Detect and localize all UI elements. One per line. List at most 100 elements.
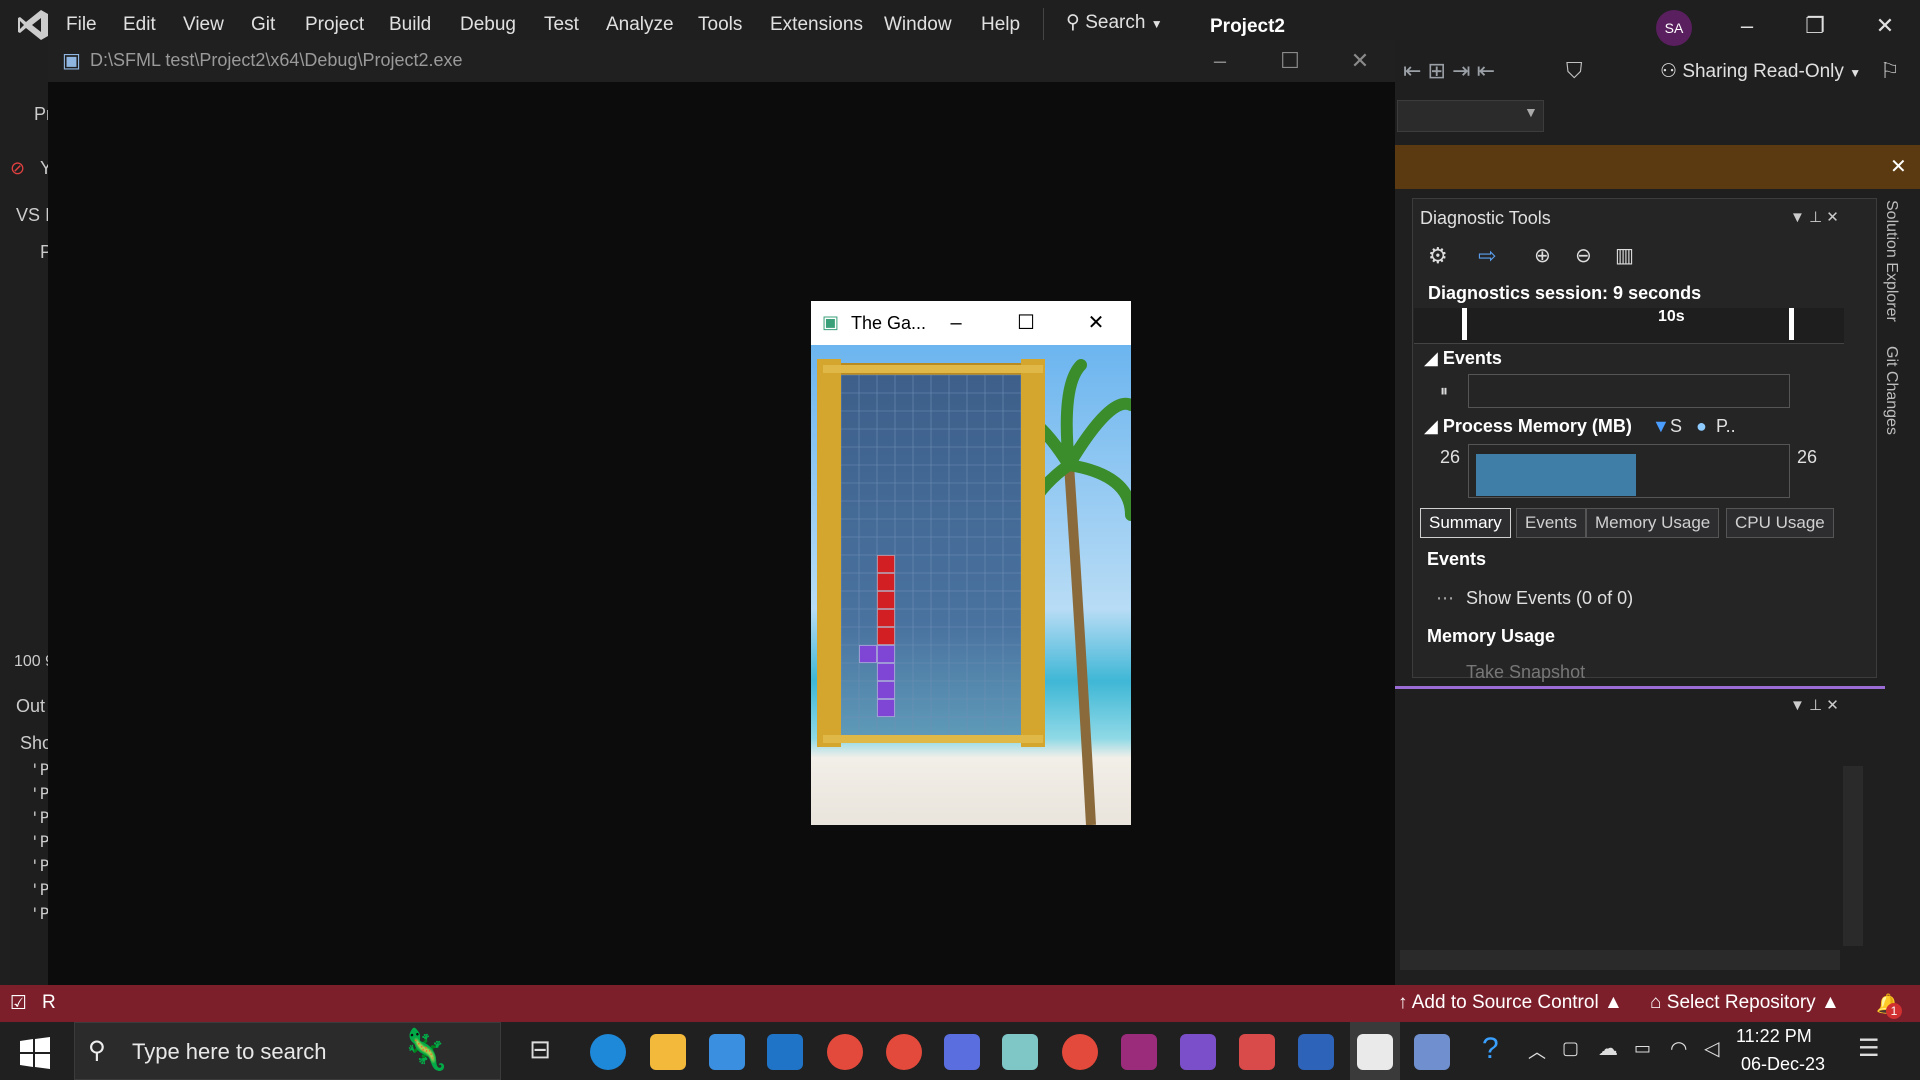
game-minimize-button[interactable]: – [936,306,976,340]
chrome-profile-2-icon[interactable] [886,1034,922,1070]
menu-tools[interactable]: Tools [698,14,742,36]
windows-start-icon[interactable] [18,1036,52,1070]
game-maximize-button[interactable]: ☐ [1006,306,1046,340]
panel-menu-icon[interactable]: ▼ ⊥ ✕ [1790,208,1839,226]
visual-studio-logo-icon[interactable] [16,8,50,42]
volume-icon[interactable]: ◁ [1704,1036,1719,1061]
menu-edit[interactable]: Edit [123,14,156,36]
meet-icon[interactable]: ▢ [1562,1038,1579,1059]
output-line: 'P [30,904,50,923]
export-icon[interactable]: ⇨ [1478,243,1496,269]
menu-window[interactable]: Window [884,14,952,36]
visual-studio-icon[interactable] [1180,1034,1216,1070]
battery-icon[interactable]: ▭ [1634,1038,1651,1059]
game-close-button[interactable]: ✕ [1076,306,1116,340]
game-title: The Ga... [851,313,927,333]
chart-icon[interactable]: ▥ [1615,243,1634,268]
add-to-source-control[interactable]: ↑ Add to Source Control ▲ [1398,992,1623,1014]
menu-build[interactable]: Build [389,14,431,36]
pause-icon[interactable]: ⏸ [1440,383,1448,401]
settings-gear-icon[interactable]: ⚙ [1428,243,1448,269]
file-explorer-icon[interactable] [650,1034,686,1070]
menu-analyze[interactable]: Analyze [606,14,674,36]
copilot-icon[interactable] [944,1034,980,1070]
console-window[interactable] [48,40,1395,1025]
purple-block [859,645,877,663]
menu-help[interactable]: Help [981,14,1020,36]
game-canvas[interactable] [811,345,1131,825]
tab-summary[interactable]: Summary [1420,508,1511,538]
menu-debug[interactable]: Debug [460,14,516,36]
horizontal-scrollbar[interactable] [1400,950,1840,970]
red-block [877,609,895,627]
tab-git-changes[interactable]: Git Changes [1882,346,1900,435]
frame-top [823,365,1043,373]
show-events-link[interactable]: Show Events (0 of 0) [1466,588,1633,609]
paint-icon[interactable] [1239,1034,1275,1070]
edge-icon[interactable] [590,1034,626,1070]
events-header[interactable]: ◢ Events [1424,348,1502,369]
chrome-profile-3-icon[interactable] [1062,1034,1098,1070]
notification-count: 1 [1886,1003,1902,1019]
frame-bottom [823,735,1043,743]
feedback-icon[interactable]: ⚐ [1880,58,1900,84]
menu-project[interactable]: Project [305,14,364,36]
wifi-icon[interactable]: ◠ [1670,1036,1687,1061]
app-icon[interactable] [1002,1034,1038,1070]
clock-time[interactable]: 11:22 PM [1736,1026,1812,1047]
clock-date[interactable]: 06-Dec-23 [1741,1054,1825,1075]
select-repository[interactable]: ⌂ Select Repository ▲ [1650,992,1840,1014]
vs-close-button[interactable]: ✕ [1860,8,1910,44]
menu-test[interactable]: Test [544,14,579,36]
ruler-label: 10s [1658,308,1685,325]
toolbar-icon-group[interactable]: ⇤ ⊞ ⇥ ⇤ [1403,58,1495,84]
mail-icon[interactable] [767,1034,803,1070]
output-line: 'P [30,832,50,851]
vs-restore-button[interactable]: ❐ [1790,8,1840,44]
purple-block [877,645,895,663]
menu-extensions[interactable]: Extensions [770,14,863,36]
menu-file[interactable]: File [66,14,97,36]
timeline-ruler[interactable] [1414,308,1844,344]
tab-memory-usage[interactable]: Memory Usage [1586,508,1720,538]
process-memory-header[interactable]: ◢ Process Memory (MB) [1424,416,1632,437]
live-share-button[interactable]: ⚇ Sharing Read-Only ▼ [1660,60,1861,83]
onedrive-icon[interactable]: ☁ [1598,1036,1618,1061]
tab-solution-explorer[interactable]: Solution Explorer [1883,200,1900,322]
output-tab-label[interactable]: Out [16,696,45,717]
menu-git[interactable]: Git [251,14,275,36]
notification-center-icon[interactable]: ☰ [1858,1034,1880,1063]
panel-menu-icon[interactable]: ▼ ⊥ ✕ [1790,696,1839,714]
task-view-icon[interactable]: ⊟ [522,1034,558,1070]
zoom-in-icon[interactable]: ⊕ [1534,243,1551,268]
chrome-profile-1-icon[interactable] [827,1034,863,1070]
vs-search-button[interactable]: ⚲ Search ▼ [1066,11,1163,34]
console-maximize-button[interactable]: ☐ [1262,46,1318,76]
console-minimize-button[interactable]: – [1192,46,1248,76]
vertical-tool-tabs: Solution Explorer Git Changes [1882,200,1900,435]
tab-events[interactable]: Events [1516,508,1586,538]
output-line: 'P [30,880,50,899]
console-close-button[interactable]: ✕ [1332,46,1388,76]
zoom-out-icon[interactable]: ⊖ [1575,243,1592,268]
tab-cpu-usage[interactable]: CPU Usage [1726,508,1834,538]
close-icon[interactable]: ✕ [1890,154,1907,179]
timeline-left-handle[interactable] [1462,308,1467,340]
active-window-icon[interactable] [1357,1034,1393,1070]
vs-minimize-button[interactable]: – [1722,8,1772,44]
timeline-right-handle[interactable] [1789,308,1794,340]
store-icon[interactable] [709,1034,745,1070]
red-block [877,591,895,609]
chevron-up-icon[interactable]: ︿ [1528,1038,1546,1064]
scrollbar[interactable] [1843,766,1863,946]
help-icon[interactable]: ? [1482,1032,1499,1066]
avatar[interactable]: SA [1656,10,1692,46]
devcpp-icon[interactable] [1298,1034,1334,1070]
pen-icon[interactable] [1414,1034,1450,1070]
winrar-icon[interactable] [1121,1034,1157,1070]
take-snapshot-link[interactable]: Take Snapshot [1466,662,1585,683]
menu-view[interactable]: View [183,14,224,36]
menu-divider [1043,8,1044,40]
bookmark-icon[interactable]: ⛉ [1566,58,1583,84]
config-dropdown[interactable] [1397,100,1544,132]
